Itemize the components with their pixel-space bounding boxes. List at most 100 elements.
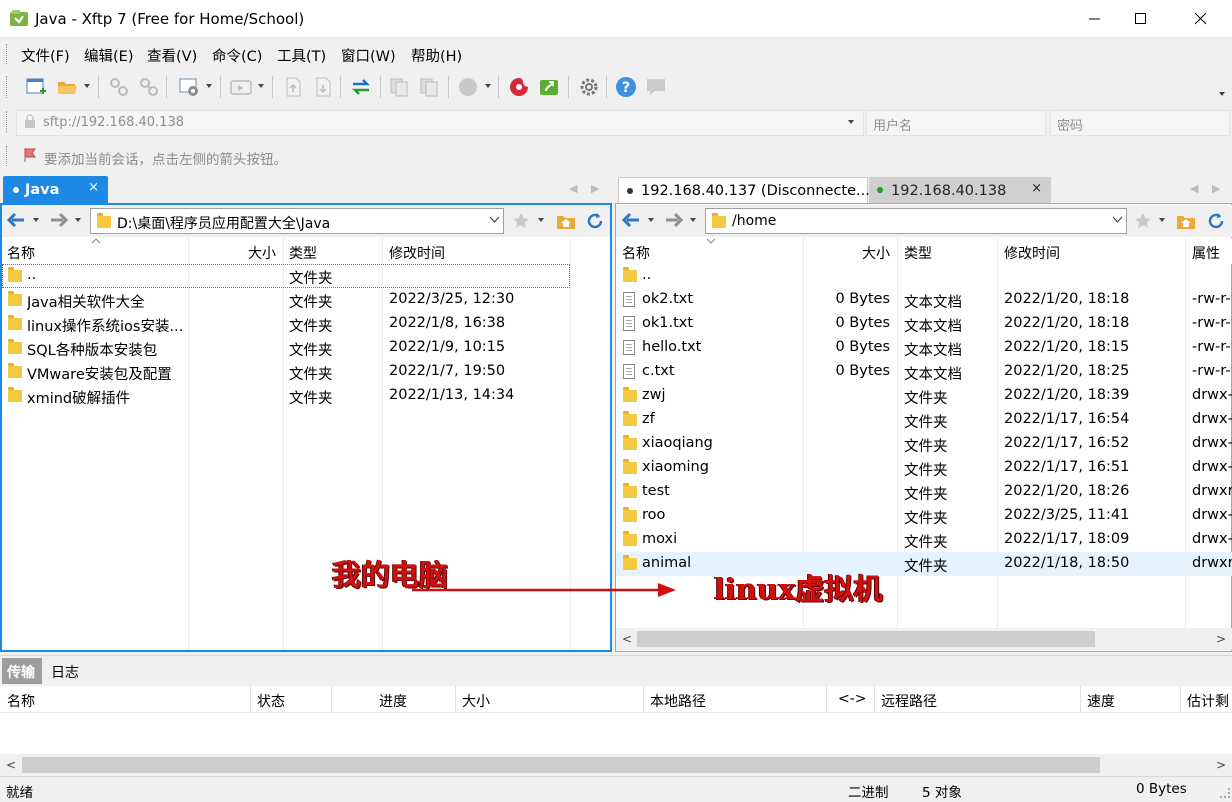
col-type-header[interactable]: 类型 <box>289 243 317 263</box>
menu-help[interactable]: 帮助(H) <box>411 45 462 66</box>
transfer-col-status[interactable]: 状态 <box>257 691 285 711</box>
chevron-down-icon[interactable] <box>489 216 500 224</box>
minimize-button[interactable] <box>1072 0 1118 38</box>
transfer-col-name[interactable]: 名称 <box>7 691 35 711</box>
transfer-queue-list <box>0 713 1232 754</box>
sync-transfer-icon[interactable] <box>350 76 372 98</box>
left-tab-scroll-right-icon[interactable]: ▶ <box>591 182 599 195</box>
transfer-col-direction[interactable]: <-> <box>838 691 867 707</box>
home-folder-icon[interactable] <box>1176 212 1196 230</box>
paste-icon <box>420 78 438 97</box>
column-divider <box>1180 686 1181 713</box>
host-dropdown-arrow[interactable] <box>848 120 854 124</box>
password-field[interactable]: 密码 <box>1050 110 1230 136</box>
back-arrow-icon[interactable] <box>621 211 641 229</box>
transfer-col-progress[interactable]: 进度 <box>379 691 407 711</box>
settings-gear-icon[interactable] <box>578 76 600 98</box>
favorite-dropdown-arrow[interactable] <box>538 218 544 222</box>
tab-remote-137[interactable]: 192.168.40.137 (Disconnecte... <box>618 177 870 204</box>
username-field[interactable]: 用户名 <box>866 110 1046 136</box>
scroll-right-icon[interactable]: > <box>1216 758 1226 772</box>
menu-file[interactable]: 文件(F) <box>21 45 70 66</box>
new-session-icon[interactable] <box>25 76 47 98</box>
tab-remote-138[interactable]: 192.168.40.138 × <box>869 177 1051 204</box>
row-type: 文件夹 <box>289 367 333 383</box>
refresh-icon[interactable] <box>585 211 605 231</box>
folder-icon <box>623 387 637 402</box>
col-name-header[interactable]: 名称 <box>622 243 650 263</box>
row-attributes: drwx- <box>1192 435 1232 451</box>
tab-close-icon[interactable]: × <box>1031 181 1042 196</box>
transfer-col-speed[interactable]: 速度 <box>1087 691 1115 711</box>
close-button[interactable] <box>1178 0 1224 38</box>
menu-command[interactable]: 命令(C) <box>212 45 262 66</box>
xftp-link-icon[interactable] <box>538 76 560 98</box>
folder-icon <box>623 507 637 522</box>
col-size-header[interactable]: 大小 <box>862 243 890 263</box>
col-size-header[interactable]: 大小 <box>248 243 276 263</box>
tab-log[interactable]: 日志 <box>51 662 79 682</box>
favorite-dropdown-arrow[interactable] <box>1159 218 1165 222</box>
toolbar-overflow-arrow[interactable] <box>1219 92 1225 96</box>
row-modified: 2022/1/20, 18:25 <box>1004 363 1130 379</box>
refresh-icon[interactable] <box>1206 211 1226 231</box>
annotation-arrow <box>412 583 676 597</box>
right-tab-scroll-right-icon[interactable]: ▶ <box>1212 182 1220 195</box>
tab-local-java[interactable]: Java × <box>3 176 108 203</box>
transfer-col-remote-path[interactable]: 远程路径 <box>881 691 937 711</box>
back-dropdown-arrow[interactable] <box>648 218 654 222</box>
right-tab-scroll-left-icon[interactable]: ◀ <box>1190 182 1198 195</box>
download-icon <box>316 77 331 97</box>
forward-arrow-icon[interactable] <box>49 211 69 229</box>
properties-dropdown-arrow[interactable] <box>206 84 212 88</box>
col-attributes-header[interactable]: 属性 <box>1192 243 1220 263</box>
menu-window[interactable]: 窗口(W) <box>341 45 396 66</box>
chevron-down-icon[interactable] <box>1112 216 1123 224</box>
forward-arrow-icon[interactable] <box>664 211 684 229</box>
help-icon[interactable]: ? <box>615 76 637 98</box>
scroll-left-icon[interactable]: < <box>6 758 16 772</box>
favorite-star-icon[interactable] <box>512 212 530 230</box>
folder-icon <box>8 315 22 330</box>
left-tab-scroll-left-icon[interactable]: ◀ <box>569 182 577 195</box>
bookmark-flag-icon[interactable] <box>22 147 38 163</box>
home-folder-icon[interactable] <box>556 212 576 230</box>
back-arrow-icon[interactable] <box>6 211 26 229</box>
menu-view[interactable]: 查看(V) <box>147 45 197 66</box>
resize-grip[interactable] <box>1220 788 1230 798</box>
tab-transfer[interactable]: 传输 <box>2 658 42 684</box>
forward-dropdown-arrow[interactable] <box>690 218 696 222</box>
transfer-col-local-path[interactable]: 本地路径 <box>650 691 706 711</box>
maximize-button[interactable] <box>1118 0 1164 38</box>
remote-path-input[interactable]: /home <box>705 208 1127 234</box>
row-name: roo <box>642 507 666 523</box>
forward-dropdown-arrow[interactable] <box>75 218 81 222</box>
favorite-star-icon[interactable] <box>1134 212 1152 230</box>
folder-icon <box>623 435 637 450</box>
open-dropdown-arrow[interactable] <box>84 84 90 88</box>
scroll-right-icon[interactable]: > <box>1216 632 1226 646</box>
tab-close-icon[interactable]: × <box>88 180 99 195</box>
xshell-icon[interactable] <box>508 76 530 98</box>
transfer-col-size[interactable]: 大小 <box>462 691 490 711</box>
back-dropdown-arrow[interactable] <box>33 218 39 222</box>
menu-tools[interactable]: 工具(T) <box>277 45 326 66</box>
row-modified: 2022/1/20, 18:18 <box>1004 315 1130 331</box>
scrollbar-thumb[interactable] <box>22 757 1100 773</box>
col-type-header[interactable]: 类型 <box>904 243 932 263</box>
row-modified: 2022/1/20, 18:18 <box>1004 291 1130 307</box>
menu-edit[interactable]: 编辑(E) <box>84 45 133 66</box>
row-name: test <box>642 483 670 499</box>
open-folder-icon[interactable] <box>56 76 78 98</box>
col-name-header[interactable]: 名称 <box>7 243 35 263</box>
properties-icon[interactable] <box>178 76 200 98</box>
host-address-field[interactable]: sftp://192.168.40.138 <box>16 110 864 136</box>
col-modified-header[interactable]: 修改时间 <box>1004 243 1060 263</box>
folder-icon <box>623 531 637 546</box>
status-total-size: 0 Bytes <box>1136 781 1187 797</box>
scroll-left-icon[interactable]: < <box>622 632 632 646</box>
transfer-col-eta[interactable]: 估计剩 <box>1187 691 1229 711</box>
scrollbar-thumb[interactable] <box>637 631 1095 647</box>
col-modified-header[interactable]: 修改时间 <box>389 243 445 263</box>
local-path-input[interactable]: D:\桌面\程序员应用配置大全\Java <box>90 208 504 234</box>
